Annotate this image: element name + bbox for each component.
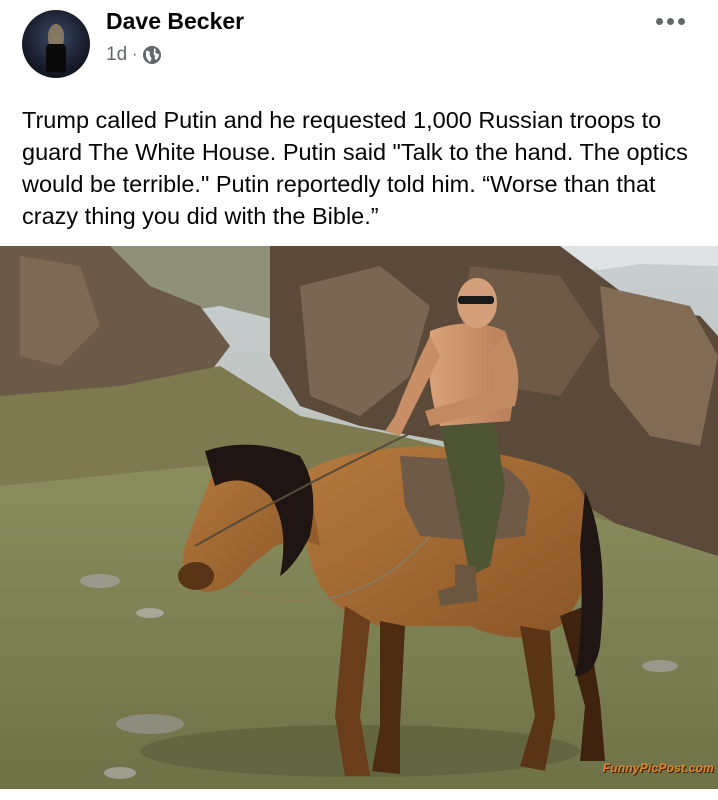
meta-separator: · [132,46,138,63]
post-header: Dave Becker 1d · [0,0,718,90]
post-text: Trump called Putin and he requested 1,00… [22,107,688,229]
author-name[interactable]: Dave Becker [106,8,244,35]
more-dot [667,18,674,25]
avatar-figure [46,44,66,72]
post-meta: 1d · [106,44,162,66]
avatar[interactable] [22,10,90,78]
more-dot [678,18,685,25]
more-options-icon[interactable] [654,10,688,34]
globe-icon[interactable] [142,45,162,65]
photo-watermark: FunnyPicPost.com [602,761,714,775]
more-dot [656,18,663,25]
post-time[interactable]: 1d [106,44,127,66]
post-photo[interactable]: FunnyPicPost.com [0,246,718,789]
photo-illustration [0,246,718,789]
